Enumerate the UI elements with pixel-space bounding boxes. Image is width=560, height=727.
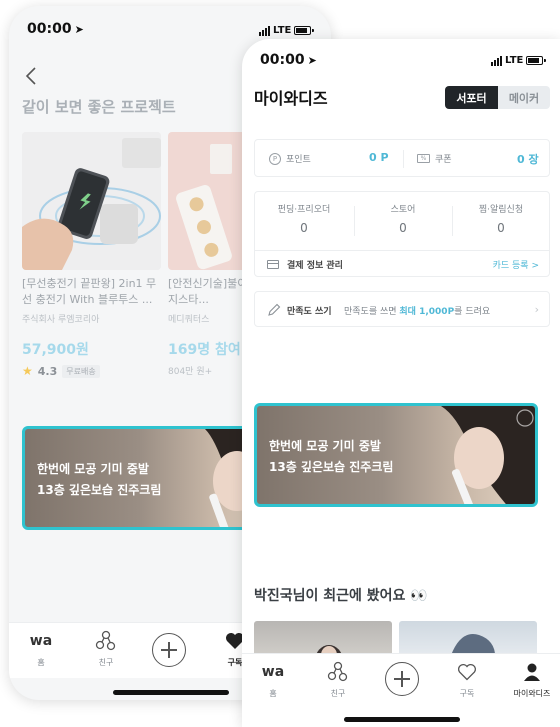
review-prompt-card[interactable]: 만족도 쓰기 만족도를 쓰면 최대 1,000P를 드려요 ›	[254, 291, 550, 327]
product-title: [무선충전기 끝판왕] 2in1 무선 충전기 With 블루투스 ...	[22, 277, 157, 306]
divider	[403, 150, 404, 168]
product-meta: ★ 4.3 무료배송	[22, 364, 161, 378]
tab-label: 구독	[459, 689, 475, 698]
chevron-right-icon: ›	[534, 303, 539, 316]
product-image	[22, 132, 161, 270]
home-indicator	[113, 690, 229, 695]
ad-line: 13층 깊은보습 진주크림	[269, 460, 394, 474]
segment-maker[interactable]: 메이커	[498, 86, 550, 109]
status-bar: 00:00 ➤ LTE	[242, 39, 560, 79]
point-label: 포인트	[286, 155, 311, 165]
stat-label: 펀딩·프리오더	[277, 205, 331, 215]
point-icon: P	[269, 152, 281, 165]
model-photo	[441, 406, 535, 504]
tab-friends[interactable]: 친구	[86, 629, 126, 668]
heart-outline-icon	[447, 660, 487, 684]
ad-line: 13층 깊은보습 진주크림	[37, 483, 162, 497]
star-icon: ★	[22, 364, 33, 378]
back-chevron-icon[interactable]	[24, 66, 38, 86]
status-time: 00:00 ➤	[27, 21, 84, 37]
location-arrow-icon: ➤	[307, 54, 317, 67]
product-card[interactable]: [무선충전기 끝판왕] 2in1 무선 충전기 With 블루투스 ... 주식…	[22, 132, 161, 378]
battery-icon	[526, 56, 547, 65]
status-time: 00:00 ➤	[260, 52, 317, 68]
tab-friends[interactable]: 친구	[318, 660, 358, 699]
tab-label: 친구	[330, 689, 346, 698]
pencil-icon	[268, 303, 281, 316]
stat-wishlist[interactable]: 찜·알림신청 0	[452, 202, 550, 235]
system-indicators: LTE	[259, 25, 315, 36]
wadiz-logo: wa	[29, 633, 53, 649]
ad-copy: 한번에 모공 기미 중발 13층 깊은보습 진주크림	[37, 459, 161, 501]
wireless-charger-illustration	[22, 132, 161, 270]
tab-home[interactable]: wa 홈	[21, 629, 61, 668]
card-register-link[interactable]: 카드 등록 >	[493, 258, 539, 271]
add-plus-icon[interactable]	[385, 662, 419, 696]
stat-store[interactable]: 스토어 0	[354, 202, 452, 235]
review-description: 만족도를 쓰면 최대 1,000P를 드려요	[344, 307, 491, 317]
page-title: 마이와디즈	[254, 89, 328, 108]
segment-supporter[interactable]: 서포터	[445, 86, 498, 109]
stat-value: 0	[300, 221, 308, 235]
coupon-entry[interactable]: % 쿠폰	[417, 152, 452, 165]
tab-label: 마이와디즈	[513, 689, 551, 698]
product-maker: 주식회사 루엠코리아	[22, 315, 100, 325]
tab-mywadiz[interactable]: 마이와디즈	[508, 660, 556, 699]
person-icon	[508, 660, 556, 684]
foreground-phone-screen: 00:00 ➤ LTE 마이와디즈 서포터 메이커 P 포인트 0 P % 쿠폰 …	[242, 39, 560, 727]
location-arrow-icon: ➤	[74, 23, 84, 36]
payment-info-label: 결제 정보 관리	[287, 261, 343, 271]
battery-icon	[294, 26, 315, 35]
point-value: 0 P	[369, 151, 389, 164]
home-indicator	[344, 717, 460, 722]
signal-icon	[491, 55, 502, 66]
ad-line: 한번에 모공 기미 중발	[269, 439, 381, 453]
tab-home[interactable]: wa 홈	[253, 660, 293, 699]
stat-value: 0	[497, 221, 505, 235]
product-raised: 804만 원+	[168, 367, 213, 377]
product-price: 57,900원	[22, 342, 89, 358]
tab-label: 홈	[269, 689, 277, 698]
product-rating: 4.3	[37, 364, 58, 378]
recommended-section-title: 같이 보면 좋은 프로젝트	[22, 98, 176, 116]
signal-icon	[259, 25, 270, 36]
coupon-label: 쿠폰	[435, 155, 452, 165]
friends-icon	[318, 660, 358, 684]
stat-label: 찜·알림신청	[478, 205, 524, 215]
carrier-label: LTE	[273, 25, 292, 36]
system-indicators: LTE	[491, 55, 547, 66]
tab-label: 홈	[37, 658, 45, 667]
coupon-icon: %	[417, 154, 430, 163]
wadiz-logo: wa	[261, 664, 285, 680]
free-shipping-badge: 무료배송	[62, 364, 100, 378]
coupon-value: 0 장	[517, 153, 539, 166]
bottom-tab-bar: wa 홈 친구 구독 마이와디즈	[242, 653, 560, 709]
recently-viewed-title: 박진국님이 최근에 봤어요 👀	[254, 588, 428, 604]
tab-subscribe[interactable]: 구독	[447, 660, 487, 699]
payment-info-row[interactable]: 결제 정보 관리 카드 등록 >	[255, 250, 549, 278]
points-coupon-card: P 포인트 0 P % 쿠폰 0 장	[254, 139, 550, 177]
credit-card-icon	[267, 260, 279, 269]
tab-label: 친구	[98, 658, 114, 667]
add-plus-icon[interactable]	[152, 633, 186, 667]
stat-label: 스토어	[390, 205, 416, 215]
friends-icon	[86, 629, 126, 653]
ad-copy: 한번에 모공 기미 중발 13층 깊은보습 진주크림	[269, 436, 393, 478]
stat-value: 0	[399, 221, 407, 235]
stat-funding[interactable]: 펀딩·프리오더 0	[255, 202, 353, 235]
activity-stats-card: 펀딩·프리오더 0 스토어 0 찜·알림신청 0 결제 정보 관리 카드 등록 …	[254, 191, 550, 277]
carrier-label: LTE	[505, 55, 524, 66]
point-entry[interactable]: P 포인트	[269, 152, 311, 165]
ad-banner[interactable]: 한번에 모공 기미 중발 13층 깊은보습 진주크림	[254, 403, 538, 507]
review-label: 만족도 쓰기	[287, 307, 332, 317]
ad-line: 한번에 모공 기미 중발	[37, 462, 149, 476]
